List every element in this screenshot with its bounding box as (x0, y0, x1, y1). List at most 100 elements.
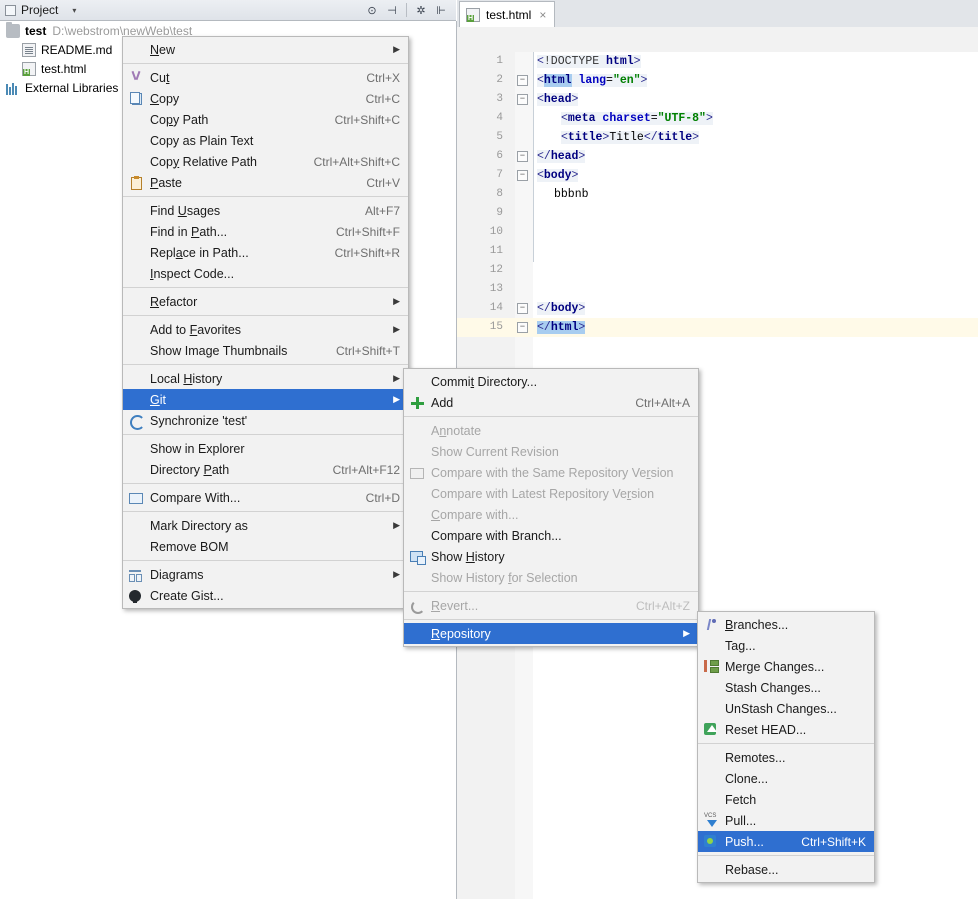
menu-item-cut[interactable]: Cut Ctrl+X (123, 67, 408, 88)
git-submenu[interactable]: Commit Directory... Add Ctrl+Alt+A Annotate… (403, 368, 699, 647)
menu-item-compare-with-latest-repository-version: Compare with Latest Repository Version (404, 483, 698, 504)
menu-item-tag[interactable]: Tag... (698, 635, 874, 656)
code-line[interactable]: 7 − <body> (457, 166, 978, 185)
menu-item-shortcut: Ctrl+Shift+F (335, 224, 400, 239)
menu-item-copy-relative-path[interactable]: Copy Relative Path Ctrl+Alt+Shift+C (123, 151, 408, 172)
menu-item-diagrams[interactable]: Diagrams ▶ (123, 564, 408, 585)
menu-item-show-image-thumbnails[interactable]: Show Image Thumbnails Ctrl+Shift+T (123, 340, 408, 361)
code-line[interactable]: 1 <!DOCTYPE html> (457, 52, 978, 71)
locate-icon[interactable]: ⊙ (363, 2, 381, 18)
line-text: </body> (537, 302, 586, 315)
menu-item-show-history[interactable]: Show History (404, 546, 698, 567)
code-line[interactable]: 13 (457, 280, 978, 299)
menu-item-directory-path[interactable]: Directory Path Ctrl+Alt+F12 (123, 459, 408, 480)
menu-item-label: Annotate (431, 423, 482, 438)
menu-item-add-to-favorites[interactable]: Add to Favorites ▶ (123, 319, 408, 340)
menu-item-compare-with[interactable]: Compare With... Ctrl+D (123, 487, 408, 508)
close-icon[interactable]: × (539, 9, 546, 21)
menu-item-copy-path[interactable]: Copy Path Ctrl+Shift+C (123, 109, 408, 130)
chevron-right-icon: ▶ (393, 324, 400, 334)
menu-item-inspect-code[interactable]: Inspect Code... (123, 263, 408, 284)
fold-toggle-icon[interactable]: − (517, 303, 528, 314)
menu-icon-placeholder (128, 539, 144, 555)
fold-toggle-icon[interactable]: − (517, 75, 528, 86)
menu-item-label: Find in Path... (150, 224, 228, 239)
tab-test-html[interactable]: test.html × (459, 1, 556, 27)
menu-item-find-in-path[interactable]: Find in Path... Ctrl+Shift+F (123, 221, 408, 242)
code-line[interactable]: 9 (457, 204, 978, 223)
menu-item-create-gist[interactable]: Create Gist... (123, 585, 408, 606)
menu-item-show-in-explorer[interactable]: Show in Explorer (123, 438, 408, 459)
menu-item-synchronize-test[interactable]: Synchronize 'test' (123, 410, 408, 431)
code-line-current[interactable]: 15 − </html> (457, 318, 978, 337)
menu-item-new[interactable]: New ▶ (123, 39, 408, 60)
menu-item-find-usages[interactable]: Find Usages Alt+F7 (123, 200, 408, 221)
menu-icon-placeholder (409, 423, 425, 439)
menu-icon-placeholder (128, 154, 144, 170)
menu-item-git[interactable]: Git ▶ (123, 389, 408, 410)
code-line[interactable]: 5 <title>Title</title> (457, 128, 978, 147)
chevron-down-icon[interactable]: ▾ (72, 6, 76, 15)
menu-item-compare-with-the-same-repository-version: Compare with the Same Repository Version (404, 462, 698, 483)
code-line[interactable]: 14 − </body> (457, 299, 978, 318)
project-context-menu[interactable]: New ▶ Cut Ctrl+X Copy Ctrl+C Copy Path Ctrl+Shi… (122, 36, 409, 609)
menu-item-shortcut: Ctrl+D (365, 490, 400, 505)
menu-separator (123, 63, 408, 64)
code-line[interactable]: 8 bbbnb (457, 185, 978, 204)
menu-item-push[interactable]: Push... Ctrl+Shift+K (698, 831, 874, 852)
repository-submenu[interactable]: Branches... Tag... Merge Changes... Stash C… (697, 611, 875, 883)
fold-toggle-icon[interactable]: − (517, 94, 528, 105)
menu-item-reset-head[interactable]: Reset HEAD... (698, 719, 874, 740)
menu-separator (698, 855, 874, 856)
fold-toggle-icon[interactable]: − (517, 170, 528, 181)
code-line[interactable]: 4 <meta charset="UTF-8"> (457, 109, 978, 128)
menu-item-refactor[interactable]: Refactor ▶ (123, 291, 408, 312)
fold-toggle-icon[interactable]: − (517, 151, 528, 162)
menu-item-local-history[interactable]: Local History ▶ (123, 368, 408, 389)
menu-item-commit-directory[interactable]: Commit Directory... (404, 371, 698, 392)
menu-item-merge-changes[interactable]: Merge Changes... (698, 656, 874, 677)
menu-item-remotes[interactable]: Remotes... (698, 747, 874, 768)
hide-icon[interactable]: ⊩ (432, 2, 450, 18)
menu-item-repository[interactable]: Repository ▶ (404, 623, 698, 644)
line-number: 13 (489, 283, 503, 295)
code-line[interactable]: 3 − <head> (457, 90, 978, 109)
collapse-all-icon[interactable]: ⊣ (383, 2, 401, 18)
settings-gear-icon[interactable]: ✲ (412, 2, 430, 18)
line-text: </html> (537, 321, 586, 334)
menu-item-show-history-for-selection: Show History for Selection (404, 567, 698, 588)
editor-tab-strip: test.html × (457, 0, 978, 28)
menu-item-add[interactable]: Add Ctrl+Alt+A (404, 392, 698, 413)
menu-item-rebase[interactable]: Rebase... (698, 859, 874, 880)
menu-item-paste[interactable]: Paste Ctrl+V (123, 172, 408, 193)
menu-item-fetch[interactable]: Fetch (698, 789, 874, 810)
code-lines[interactable]: 1 <!DOCTYPE html> 2 − <html lang="en"> 3… (457, 52, 978, 337)
menu-separator (123, 483, 408, 484)
menu-item-clone[interactable]: Clone... (698, 768, 874, 789)
menu-item-remove-bom[interactable]: Remove BOM (123, 536, 408, 557)
fold-toggle-icon[interactable]: − (517, 322, 528, 333)
markdown-file-icon (22, 42, 36, 57)
html-file-icon (22, 61, 36, 76)
chevron-right-icon: ▶ (393, 44, 400, 54)
menu-item-label: Tag... (725, 638, 756, 653)
menu-item-compare-with-branch[interactable]: Compare with Branch... (404, 525, 698, 546)
menu-item-label: Revert... (431, 598, 479, 613)
menu-item-label: Add (431, 395, 454, 410)
menu-item-label: Commit Directory... (431, 374, 538, 389)
menu-item-unstash-changes[interactable]: UnStash Changes... (698, 698, 874, 719)
menu-item-replace-in-path[interactable]: Replace in Path... Ctrl+Shift+R (123, 242, 408, 263)
code-line[interactable]: 12 (457, 261, 978, 280)
code-line[interactable]: 6 − </head> (457, 147, 978, 166)
menu-item-label: Show History for Selection (431, 570, 578, 585)
menu-item-copy-as-plain-text[interactable]: Copy as Plain Text (123, 130, 408, 151)
menu-item-branches[interactable]: Branches... (698, 614, 874, 635)
menu-item-pull[interactable]: Pull... (698, 810, 874, 831)
menu-item-mark-directory-as[interactable]: Mark Directory as ▶ (123, 515, 408, 536)
code-line[interactable]: 2 − <html lang="en"> (457, 71, 978, 90)
code-line[interactable]: 10 (457, 223, 978, 242)
menu-item-stash-changes[interactable]: Stash Changes... (698, 677, 874, 698)
menu-item-copy[interactable]: Copy Ctrl+C (123, 88, 408, 109)
line-text: <html lang="en"> (537, 74, 648, 87)
code-line[interactable]: 11 (457, 242, 978, 261)
